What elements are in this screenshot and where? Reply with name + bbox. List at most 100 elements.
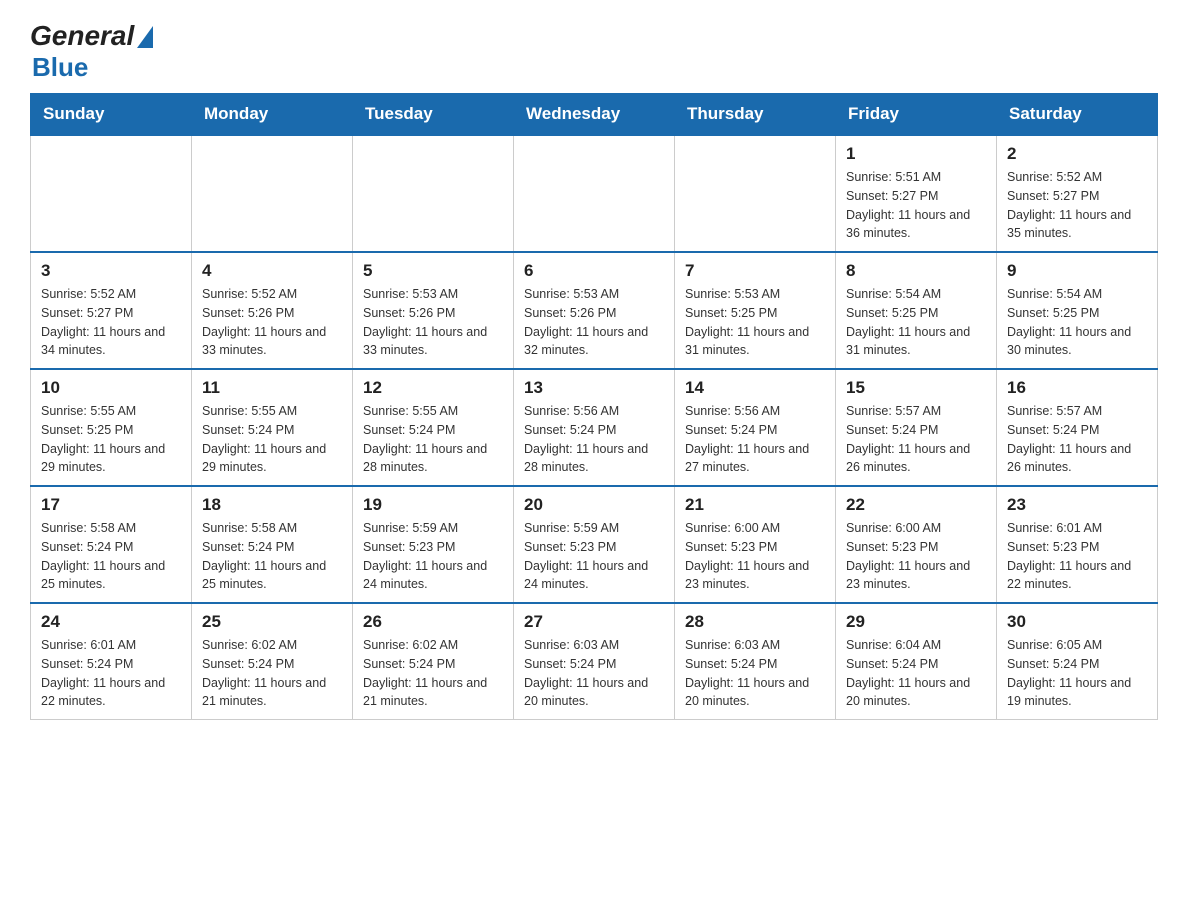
day-number: 16 [1007,378,1147,398]
calendar-day-header-monday: Monday [192,94,353,136]
day-info: Sunrise: 5:59 AM Sunset: 5:23 PM Dayligh… [363,519,503,594]
day-number: 26 [363,612,503,632]
day-info: Sunrise: 5:54 AM Sunset: 5:25 PM Dayligh… [846,285,986,360]
day-number: 9 [1007,261,1147,281]
day-info: Sunrise: 6:01 AM Sunset: 5:23 PM Dayligh… [1007,519,1147,594]
calendar-day-cell: 22 Sunrise: 6:00 AM Sunset: 5:23 PM Dayli… [836,486,997,603]
calendar-day-cell: 2Sunrise: 5:52 AM Sunset: 5:27 PM Daylig… [997,135,1158,252]
calendar-day-cell [353,135,514,252]
calendar-day-cell [514,135,675,252]
calendar-day-header-saturday: Saturday [997,94,1158,136]
calendar-day-cell: 24 Sunrise: 6:01 AM Sunset: 5:24 PM Dayli… [31,603,192,720]
calendar-day-cell: 17 Sunrise: 5:58 AM Sunset: 5:24 PM Dayli… [31,486,192,603]
day-info: Sunrise: 5:56 AM Sunset: 5:24 PM Dayligh… [685,402,825,477]
calendar-day-cell: 21Sunrise: 6:00 AM Sunset: 5:23 PM Dayli… [675,486,836,603]
calendar-day-cell: 26 Sunrise: 6:02 AM Sunset: 5:24 PM Dayli… [353,603,514,720]
day-number: 12 [363,378,503,398]
calendar-day-cell: 11Sunrise: 5:55 AM Sunset: 5:24 PM Dayli… [192,369,353,486]
calendar-week-row: 3 Sunrise: 5:52 AM Sunset: 5:27 PM Daylig… [31,252,1158,369]
day-number: 6 [524,261,664,281]
calendar-day-cell: 14 Sunrise: 5:56 AM Sunset: 5:24 PM Dayli… [675,369,836,486]
day-number: 24 [41,612,181,632]
calendar-day-cell: 15 Sunrise: 5:57 AM Sunset: 5:24 PM Dayli… [836,369,997,486]
calendar-day-cell: 8 Sunrise: 5:54 AM Sunset: 5:25 PM Daylig… [836,252,997,369]
day-info: Sunrise: 6:01 AM Sunset: 5:24 PM Dayligh… [41,636,181,711]
day-info: Sunrise: 5:51 AM Sunset: 5:27 PM Dayligh… [846,168,986,243]
day-info: Sunrise: 5:53 AM Sunset: 5:26 PM Dayligh… [363,285,503,360]
calendar-week-row: 17 Sunrise: 5:58 AM Sunset: 5:24 PM Dayli… [31,486,1158,603]
logo: General Blue [30,20,153,83]
calendar-day-header-thursday: Thursday [675,94,836,136]
logo-blue-text: Blue [32,52,88,83]
calendar-table: SundayMondayTuesdayWednesdayThursdayFrid… [30,93,1158,720]
calendar-day-cell [31,135,192,252]
calendar-header: SundayMondayTuesdayWednesdayThursdayFrid… [31,94,1158,136]
day-number: 18 [202,495,342,515]
calendar-day-header-wednesday: Wednesday [514,94,675,136]
calendar-day-cell [192,135,353,252]
calendar-header-row: SundayMondayTuesdayWednesdayThursdayFrid… [31,94,1158,136]
day-number: 28 [685,612,825,632]
day-info: Sunrise: 6:00 AM Sunset: 5:23 PM Dayligh… [846,519,986,594]
day-number: 19 [363,495,503,515]
day-number: 15 [846,378,986,398]
day-info: Sunrise: 5:53 AM Sunset: 5:26 PM Dayligh… [524,285,664,360]
day-info: Sunrise: 5:56 AM Sunset: 5:24 PM Dayligh… [524,402,664,477]
calendar-day-cell: 4Sunrise: 5:52 AM Sunset: 5:26 PM Daylig… [192,252,353,369]
day-number: 8 [846,261,986,281]
day-info: Sunrise: 5:57 AM Sunset: 5:24 PM Dayligh… [846,402,986,477]
calendar-day-header-tuesday: Tuesday [353,94,514,136]
day-info: Sunrise: 5:57 AM Sunset: 5:24 PM Dayligh… [1007,402,1147,477]
calendar-day-header-friday: Friday [836,94,997,136]
day-number: 1 [846,144,986,164]
calendar-day-cell: 1 Sunrise: 5:51 AM Sunset: 5:27 PM Daylig… [836,135,997,252]
calendar-day-cell: 28 Sunrise: 6:03 AM Sunset: 5:24 PM Dayli… [675,603,836,720]
calendar-day-cell: 12 Sunrise: 5:55 AM Sunset: 5:24 PM Dayli… [353,369,514,486]
calendar-day-cell: 23 Sunrise: 6:01 AM Sunset: 5:23 PM Dayli… [997,486,1158,603]
day-number: 17 [41,495,181,515]
calendar-day-cell: 25 Sunrise: 6:02 AM Sunset: 5:24 PM Dayli… [192,603,353,720]
day-number: 27 [524,612,664,632]
calendar-day-cell: 13 Sunrise: 5:56 AM Sunset: 5:24 PM Dayli… [514,369,675,486]
day-number: 30 [1007,612,1147,632]
day-number: 29 [846,612,986,632]
day-info: Sunrise: 5:54 AM Sunset: 5:25 PM Dayligh… [1007,285,1147,360]
day-info: Sunrise: 6:03 AM Sunset: 5:24 PM Dayligh… [685,636,825,711]
day-info: Sunrise: 5:53 AM Sunset: 5:25 PM Dayligh… [685,285,825,360]
calendar-day-header-sunday: Sunday [31,94,192,136]
day-info: Sunrise: 5:55 AM Sunset: 5:25 PM Dayligh… [41,402,181,477]
day-number: 22 [846,495,986,515]
day-number: 11 [202,378,342,398]
calendar-day-cell: 3 Sunrise: 5:52 AM Sunset: 5:27 PM Daylig… [31,252,192,369]
calendar-day-cell: 5 Sunrise: 5:53 AM Sunset: 5:26 PM Daylig… [353,252,514,369]
calendar-day-cell: 18Sunrise: 5:58 AM Sunset: 5:24 PM Dayli… [192,486,353,603]
day-number: 10 [41,378,181,398]
day-info: Sunrise: 5:58 AM Sunset: 5:24 PM Dayligh… [41,519,181,594]
calendar-day-cell: 20 Sunrise: 5:59 AM Sunset: 5:23 PM Dayli… [514,486,675,603]
day-number: 20 [524,495,664,515]
day-info: Sunrise: 6:03 AM Sunset: 5:24 PM Dayligh… [524,636,664,711]
day-number: 3 [41,261,181,281]
calendar-week-row: 1 Sunrise: 5:51 AM Sunset: 5:27 PM Daylig… [31,135,1158,252]
day-info: Sunrise: 5:59 AM Sunset: 5:23 PM Dayligh… [524,519,664,594]
calendar-week-row: 24 Sunrise: 6:01 AM Sunset: 5:24 PM Dayli… [31,603,1158,720]
calendar-day-cell: 6 Sunrise: 5:53 AM Sunset: 5:26 PM Daylig… [514,252,675,369]
calendar-day-cell: 9 Sunrise: 5:54 AM Sunset: 5:25 PM Daylig… [997,252,1158,369]
page-header: General Blue [30,20,1158,83]
day-info: Sunrise: 5:52 AM Sunset: 5:27 PM Dayligh… [1007,168,1147,243]
calendar-day-cell: 27 Sunrise: 6:03 AM Sunset: 5:24 PM Dayli… [514,603,675,720]
calendar-day-cell: 10 Sunrise: 5:55 AM Sunset: 5:25 PM Dayli… [31,369,192,486]
day-info: Sunrise: 5:52 AM Sunset: 5:27 PM Dayligh… [41,285,181,360]
day-number: 14 [685,378,825,398]
day-number: 23 [1007,495,1147,515]
day-info: Sunrise: 6:02 AM Sunset: 5:24 PM Dayligh… [202,636,342,711]
day-number: 21 [685,495,825,515]
day-info: Sunrise: 6:05 AM Sunset: 5:24 PM Dayligh… [1007,636,1147,711]
calendar-day-cell [675,135,836,252]
day-number: 5 [363,261,503,281]
calendar-day-cell: 30 Sunrise: 6:05 AM Sunset: 5:24 PM Dayli… [997,603,1158,720]
day-number: 13 [524,378,664,398]
day-info: Sunrise: 6:02 AM Sunset: 5:24 PM Dayligh… [363,636,503,711]
day-number: 25 [202,612,342,632]
day-info: Sunrise: 5:55 AM Sunset: 5:24 PM Dayligh… [363,402,503,477]
